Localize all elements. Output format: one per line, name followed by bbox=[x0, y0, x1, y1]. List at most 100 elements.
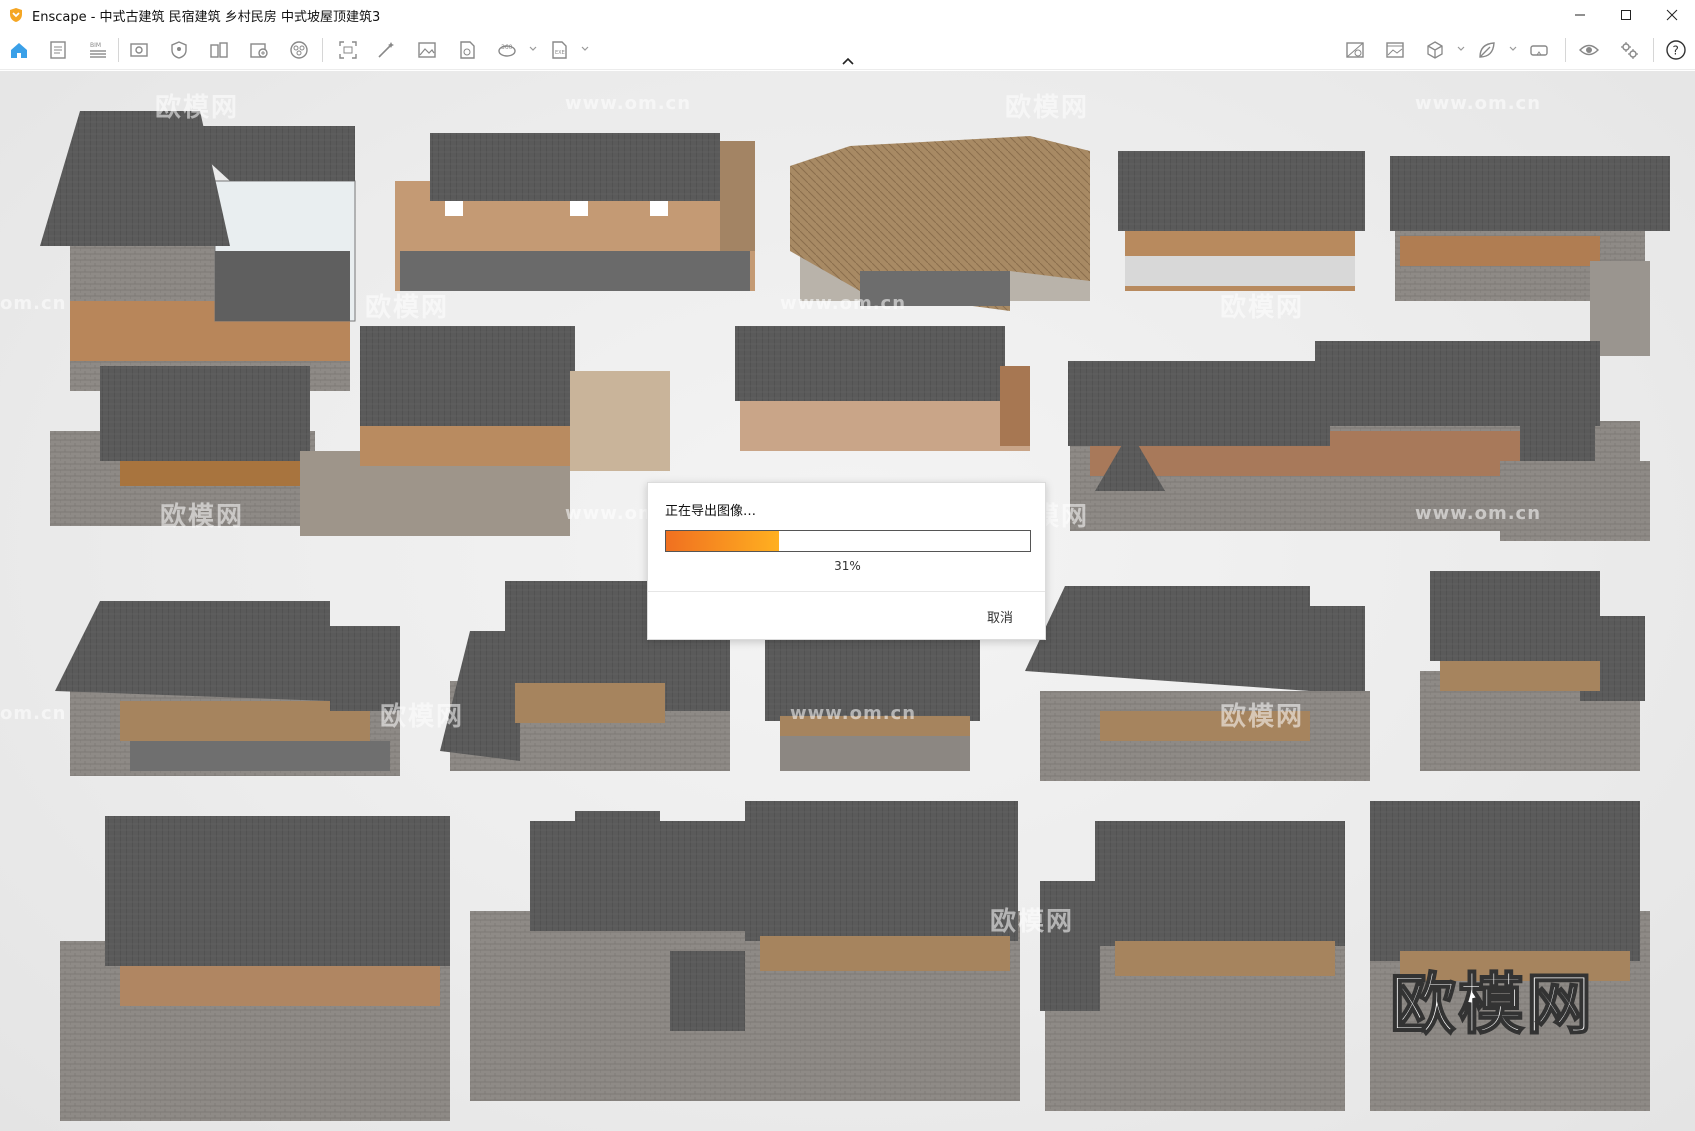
building-model bbox=[1420, 571, 1645, 771]
toolbar-separator bbox=[322, 38, 323, 62]
image-icon bbox=[418, 42, 436, 58]
cube-button[interactable] bbox=[1421, 37, 1449, 63]
watermark: 欧模网 bbox=[1220, 702, 1305, 732]
watermark: www.om.cn bbox=[1415, 93, 1542, 114]
building-model bbox=[1025, 586, 1370, 781]
dialog-divider bbox=[648, 591, 1045, 592]
leaf-button[interactable] bbox=[1473, 37, 1501, 63]
cancel-button[interactable]: 取消 bbox=[987, 607, 1013, 626]
render-image-button[interactable] bbox=[413, 37, 441, 63]
materials-button[interactable] bbox=[285, 37, 313, 63]
svg-text:?: ? bbox=[1673, 44, 1679, 58]
maximize-button[interactable] bbox=[1603, 0, 1649, 30]
eye-icon bbox=[1579, 44, 1599, 56]
chevron-down-icon[interactable] bbox=[1508, 44, 1518, 54]
close-button[interactable] bbox=[1649, 0, 1695, 30]
image-compare-icon bbox=[1346, 42, 1364, 58]
help-button[interactable]: ? bbox=[1662, 37, 1690, 63]
visibility-button[interactable] bbox=[1575, 37, 1603, 63]
watermark: 欧模网 bbox=[1005, 93, 1090, 123]
chevron-down-icon[interactable] bbox=[528, 44, 538, 54]
documents-button[interactable] bbox=[44, 37, 72, 63]
gallery-icon bbox=[1386, 42, 1404, 58]
svg-text:BIM: BIM bbox=[90, 42, 101, 49]
watermark: www.om.cn bbox=[780, 293, 907, 314]
shield-icon bbox=[171, 41, 187, 59]
building-model bbox=[60, 816, 450, 1121]
leaf-icon bbox=[1479, 42, 1495, 58]
svg-text:EXE: EXE bbox=[555, 50, 565, 56]
chevron-down-icon[interactable] bbox=[580, 44, 590, 54]
materials-icon bbox=[290, 41, 308, 59]
collapse-toolbar-chevron-up-icon[interactable] bbox=[840, 56, 856, 66]
panorama-button[interactable] bbox=[453, 37, 481, 63]
watermark: 欧模网 bbox=[380, 702, 465, 732]
batch-rendering-button[interactable] bbox=[372, 37, 400, 63]
building-model bbox=[395, 133, 755, 291]
title-bar: Enscape - 中式古建筑 民宿建筑 乡村民房 中式坡屋顶建筑3 bbox=[0, 0, 1695, 30]
minimize-icon bbox=[1575, 14, 1585, 16]
close-icon bbox=[1666, 9, 1678, 21]
svg-text:360: 360 bbox=[501, 44, 513, 51]
asset-library-icon bbox=[250, 43, 268, 58]
maximize-icon bbox=[1621, 10, 1631, 20]
export-progress-dialog: 正在导出图像… 31% 取消 bbox=[647, 482, 1046, 640]
progress-percent-label: 31% bbox=[834, 559, 861, 573]
enscape-logo-icon bbox=[10, 8, 22, 22]
settings-icon bbox=[1621, 42, 1638, 59]
toolbar-separator bbox=[118, 38, 119, 62]
watermark: 欧模网 bbox=[1220, 293, 1305, 323]
views-button[interactable] bbox=[205, 37, 233, 63]
building-model bbox=[735, 326, 1030, 451]
image-compare-button[interactable] bbox=[1341, 37, 1369, 63]
vr-button[interactable] bbox=[1525, 37, 1553, 63]
safe-frame-button[interactable] bbox=[165, 37, 193, 63]
brand-watermark: 欧模网 bbox=[1389, 965, 1594, 1044]
window-controls bbox=[1557, 0, 1695, 30]
view-icon bbox=[130, 43, 148, 57]
export-file-icon: EXE bbox=[552, 41, 567, 59]
window-title: Enscape - 中式古建筑 民宿建筑 乡村民房 中式坡屋顶建筑3 bbox=[32, 9, 381, 25]
bim-icon: BIM bbox=[90, 42, 106, 58]
360-panorama-button[interactable]: 360 bbox=[493, 37, 521, 63]
watermark: 欧模网 bbox=[160, 502, 245, 532]
building-model bbox=[55, 601, 400, 776]
building-model bbox=[1068, 341, 1650, 541]
magic-wand-icon bbox=[378, 42, 394, 58]
building-model bbox=[790, 136, 1090, 311]
vr-headset-icon bbox=[1530, 45, 1548, 56]
watermark: 欧模网 bbox=[990, 907, 1075, 937]
chevron-down-icon[interactable] bbox=[1456, 44, 1466, 54]
dialog-title: 正在导出图像… bbox=[665, 504, 757, 519]
settings-button[interactable] bbox=[1615, 37, 1643, 63]
toolbar-separator bbox=[1565, 38, 1566, 62]
minimize-button[interactable] bbox=[1557, 0, 1603, 30]
home-button[interactable] bbox=[5, 37, 33, 63]
screenshot-button[interactable] bbox=[334, 37, 362, 63]
building-model bbox=[470, 801, 1020, 1101]
progress-bar-fill bbox=[666, 531, 779, 551]
watermark: om.cn bbox=[0, 703, 67, 724]
views-icon bbox=[210, 42, 228, 58]
gallery-button[interactable] bbox=[1381, 37, 1409, 63]
progress-bar bbox=[665, 530, 1031, 552]
watermark: www.om.cn bbox=[790, 703, 917, 724]
screenshot-icon bbox=[339, 41, 357, 59]
panorama-file-icon bbox=[460, 41, 475, 59]
watermark: 欧模网 bbox=[365, 293, 450, 323]
building-model bbox=[1040, 821, 1345, 1111]
toolbar-separator bbox=[1653, 38, 1654, 62]
asset-library-button[interactable] bbox=[245, 37, 273, 63]
building-model bbox=[1390, 156, 1670, 356]
export-button[interactable]: EXE bbox=[545, 37, 573, 63]
bim-button[interactable]: BIM bbox=[84, 37, 112, 63]
360-panorama-icon: 360 bbox=[498, 44, 516, 57]
building-model bbox=[1118, 151, 1365, 291]
home-icon bbox=[11, 43, 27, 58]
cube-icon bbox=[1427, 41, 1443, 59]
document-icon bbox=[50, 41, 66, 59]
watermark: www.om.cn bbox=[1415, 503, 1542, 524]
view-button[interactable] bbox=[125, 37, 153, 63]
watermark: 欧模网 bbox=[155, 93, 240, 123]
help-icon: ? bbox=[1666, 40, 1686, 60]
